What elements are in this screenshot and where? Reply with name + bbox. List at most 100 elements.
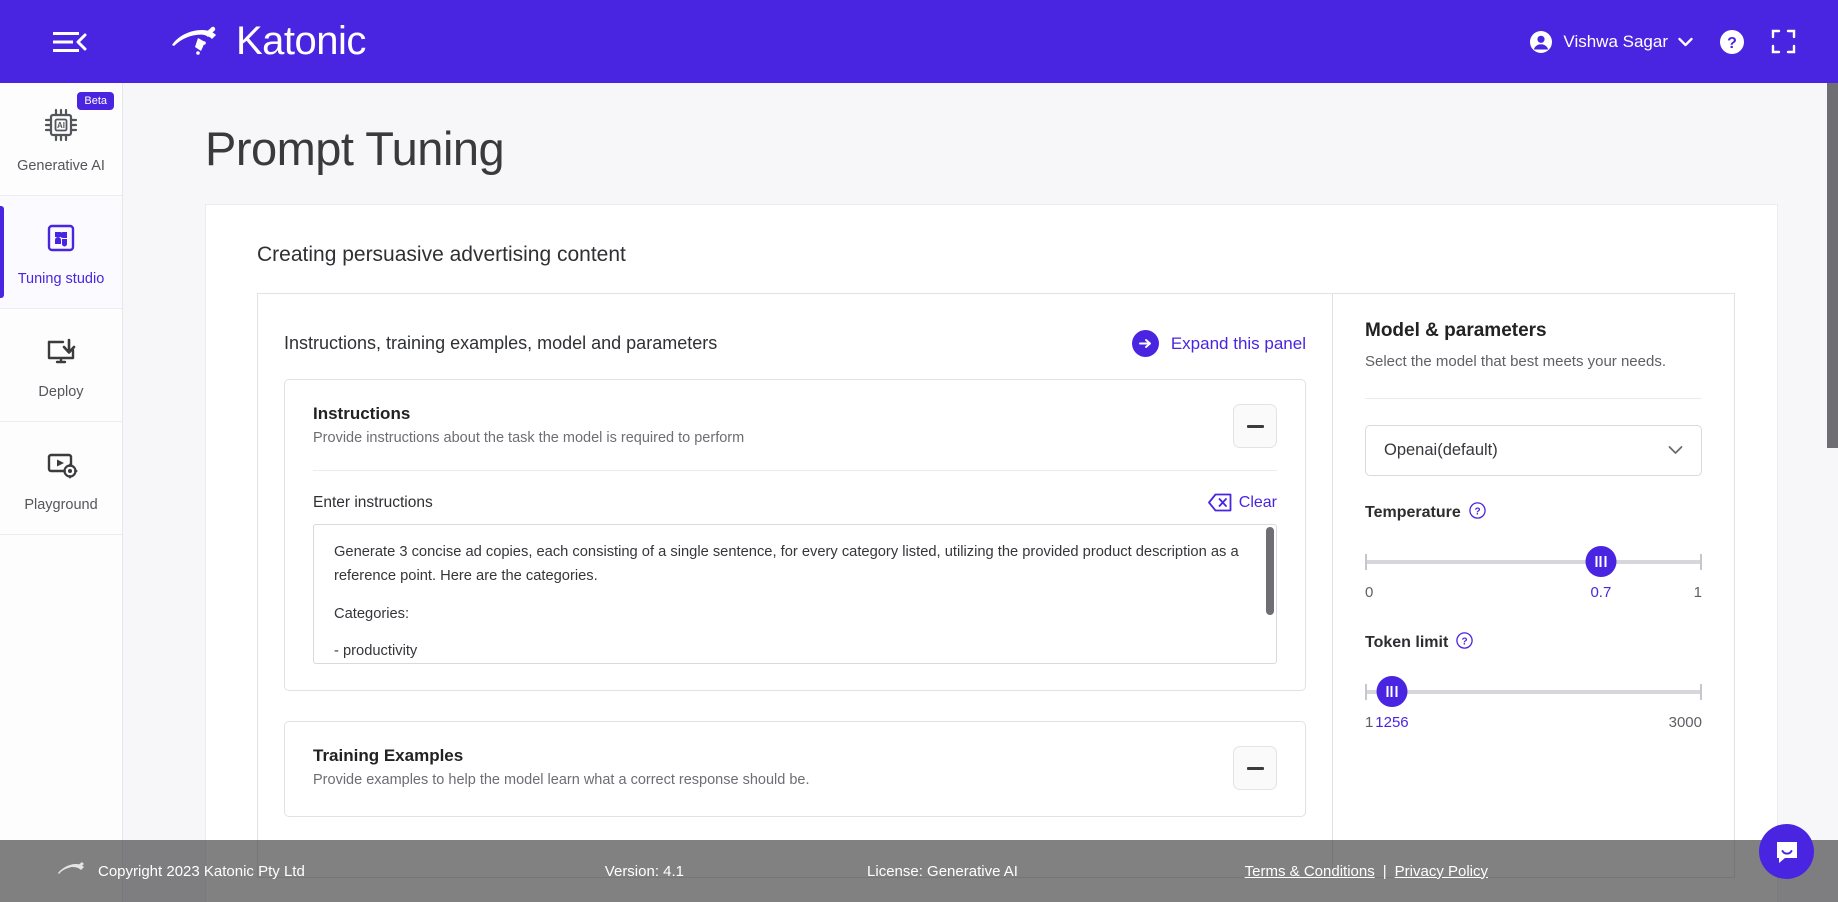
training-examples-title: Training Examples bbox=[313, 746, 464, 765]
chat-bubble-icon[interactable] bbox=[1759, 824, 1814, 879]
knob-grip-line bbox=[1386, 685, 1389, 697]
arrow-right-icon bbox=[1131, 330, 1159, 357]
textarea-scrollbar[interactable] bbox=[1266, 527, 1274, 615]
monitor-download-icon bbox=[41, 331, 81, 376]
footer-license: License: Generative AI bbox=[867, 862, 1018, 880]
token-limit-label-row: Token limit ? bbox=[1365, 631, 1702, 654]
token-limit-slider-track bbox=[1365, 689, 1702, 694]
clear-instructions-button[interactable]: Clear bbox=[1207, 493, 1277, 512]
page-title: Prompt Tuning bbox=[205, 122, 505, 175]
model-parameters-title: Model & parameters bbox=[1365, 320, 1547, 341]
token-limit-label: Token limit bbox=[1365, 633, 1449, 651]
minus-icon bbox=[1246, 766, 1264, 770]
footer-copyright-text: Copyright 2023 Katonic Pty Ltd bbox=[98, 862, 305, 880]
training-examples-card: Training Examples Provide examples to he… bbox=[284, 721, 1306, 817]
temperature-slider-knob[interactable] bbox=[1585, 545, 1617, 577]
instructions-description: Provide instructions about the task the … bbox=[313, 430, 745, 446]
footer-separator: | bbox=[1382, 862, 1387, 880]
footer-links: Terms & Conditions | Privacy Policy bbox=[1245, 863, 1488, 880]
temperature-value: 0.7 bbox=[1590, 583, 1612, 601]
token-limit-max: 3000 bbox=[1668, 713, 1702, 731]
sidebar-item-label: Generative AI bbox=[17, 157, 105, 174]
fullscreen-icon[interactable] bbox=[1771, 29, 1796, 54]
avatar-icon bbox=[1530, 30, 1553, 53]
temperature-slider[interactable] bbox=[1365, 542, 1702, 584]
token-limit-help-icon[interactable]: ? bbox=[1456, 631, 1474, 654]
knob-grip-line bbox=[1604, 555, 1607, 567]
user-name: Vishwa Sagar bbox=[1563, 31, 1668, 51]
instructions-text-line-2: Categories: bbox=[334, 605, 410, 622]
card-heading: Creating persuasive advertising content bbox=[257, 243, 626, 266]
slider-tick-min bbox=[1365, 683, 1367, 700]
training-examples-description: Provide examples to help the model learn… bbox=[313, 772, 810, 788]
instructions-field-label: Enter instructions bbox=[313, 493, 433, 511]
token-limit-value: 1256 bbox=[1375, 713, 1409, 731]
user-menu[interactable]: Vishwa Sagar bbox=[1529, 30, 1693, 54]
sidebar-item-label: Tuning studio bbox=[17, 270, 105, 287]
hamburger-menu-icon[interactable] bbox=[48, 22, 92, 62]
knob-grip-line bbox=[1599, 555, 1602, 567]
top-bar: Katonic Vishwa Sagar ? bbox=[0, 0, 1838, 83]
beta-badge: Beta bbox=[77, 92, 114, 111]
temperature-label: Temperature bbox=[1365, 503, 1461, 521]
help-circle-icon[interactable]: ? bbox=[1719, 29, 1745, 55]
sidebar-item-deploy[interactable]: Deploy bbox=[0, 309, 122, 422]
brand-logo[interactable]: Katonic bbox=[168, 19, 366, 64]
kangaroo-logo-icon bbox=[58, 862, 84, 874]
model-select-value: Openai(default) bbox=[1384, 440, 1498, 459]
svg-text:?: ? bbox=[1727, 35, 1737, 52]
divider bbox=[1365, 397, 1702, 399]
temperature-label-row: Temperature ? bbox=[1365, 501, 1702, 524]
expand-panel-label: Expand this panel bbox=[1170, 333, 1306, 353]
video-settings-icon bbox=[41, 444, 81, 489]
brand-name: Katonic bbox=[236, 19, 366, 63]
svg-text:?: ? bbox=[1474, 506, 1480, 517]
instructions-card: Instructions Provide instructions about … bbox=[284, 379, 1306, 691]
slider-tick-min bbox=[1365, 553, 1367, 570]
privacy-link[interactable]: Privacy Policy bbox=[1395, 863, 1488, 880]
token-limit-slider[interactable] bbox=[1365, 672, 1702, 714]
clear-label: Clear bbox=[1238, 493, 1277, 511]
temperature-min: 0 bbox=[1365, 583, 1374, 601]
puzzle-icon bbox=[41, 218, 81, 263]
footer-copyright: Copyright 2023 Katonic Pty Ltd bbox=[56, 860, 305, 882]
temperature-max: 1 bbox=[1693, 583, 1702, 601]
minimize-training-examples-button[interactable] bbox=[1233, 746, 1277, 790]
model-select[interactable]: Openai(default) bbox=[1365, 424, 1702, 476]
panel-title: Instructions, training examples, model a… bbox=[284, 333, 718, 353]
kangaroo-logo-icon bbox=[172, 26, 216, 55]
instructions-textarea[interactable]: Generate 3 concise ad copies, each consi… bbox=[313, 524, 1277, 664]
sidebar-item-tuning-studio[interactable]: Tuning studio bbox=[0, 196, 122, 309]
chevron-down-icon bbox=[1668, 441, 1683, 460]
content-card: Creating persuasive advertising content … bbox=[205, 204, 1778, 902]
sidebar-item-playground[interactable]: Playground bbox=[0, 422, 122, 535]
knob-grip-line bbox=[1595, 555, 1598, 567]
training-examples-header: Training Examples Provide examples to he… bbox=[313, 746, 1277, 790]
instructions-text-line-1: Generate 3 concise ad copies, each consi… bbox=[334, 544, 1239, 584]
divider bbox=[313, 470, 1277, 471]
minimize-instructions-button[interactable] bbox=[1233, 404, 1277, 448]
expand-panel-button[interactable]: Expand this panel bbox=[1131, 330, 1306, 357]
model-parameters-description: Select the model that best meets your ne… bbox=[1365, 353, 1667, 370]
slider-tick-max bbox=[1700, 553, 1702, 570]
slider-tick-max bbox=[1700, 683, 1702, 700]
instructions-field-row: Enter instructions Clear bbox=[313, 493, 1277, 512]
page-scrollbar[interactable] bbox=[1827, 83, 1838, 448]
app-root: Katonic Vishwa Sagar ? Beta AI Generativ… bbox=[0, 0, 1838, 902]
top-bar-actions: Vishwa Sagar ? bbox=[1529, 29, 1796, 55]
temperature-help-icon[interactable]: ? bbox=[1468, 501, 1486, 524]
footer-version: Version: 4.1 bbox=[604, 862, 685, 880]
temperature-slider-track bbox=[1365, 559, 1702, 564]
left-panel: Instructions, training examples, model a… bbox=[257, 293, 1332, 878]
terms-link[interactable]: Terms & Conditions bbox=[1245, 863, 1375, 880]
footer: Copyright 2023 Katonic Pty Ltd Version: … bbox=[0, 840, 1838, 902]
ai-chip-icon: AI bbox=[41, 105, 81, 150]
model-parameters-inner: Model & parameters Select the model that… bbox=[1333, 320, 1734, 736]
main-content: Prompt Tuning Creating persuasive advert… bbox=[123, 83, 1838, 902]
svg-text:?: ? bbox=[1462, 636, 1468, 647]
sidebar-item-generative-ai[interactable]: Beta AI Generative AI bbox=[0, 83, 122, 196]
token-limit-slider-labels: 1 1256 3000 bbox=[1365, 714, 1702, 736]
knob-grip-line bbox=[1395, 685, 1398, 697]
token-limit-slider-knob[interactable] bbox=[1376, 675, 1408, 707]
instructions-text-line-3: - productivity bbox=[334, 643, 418, 660]
